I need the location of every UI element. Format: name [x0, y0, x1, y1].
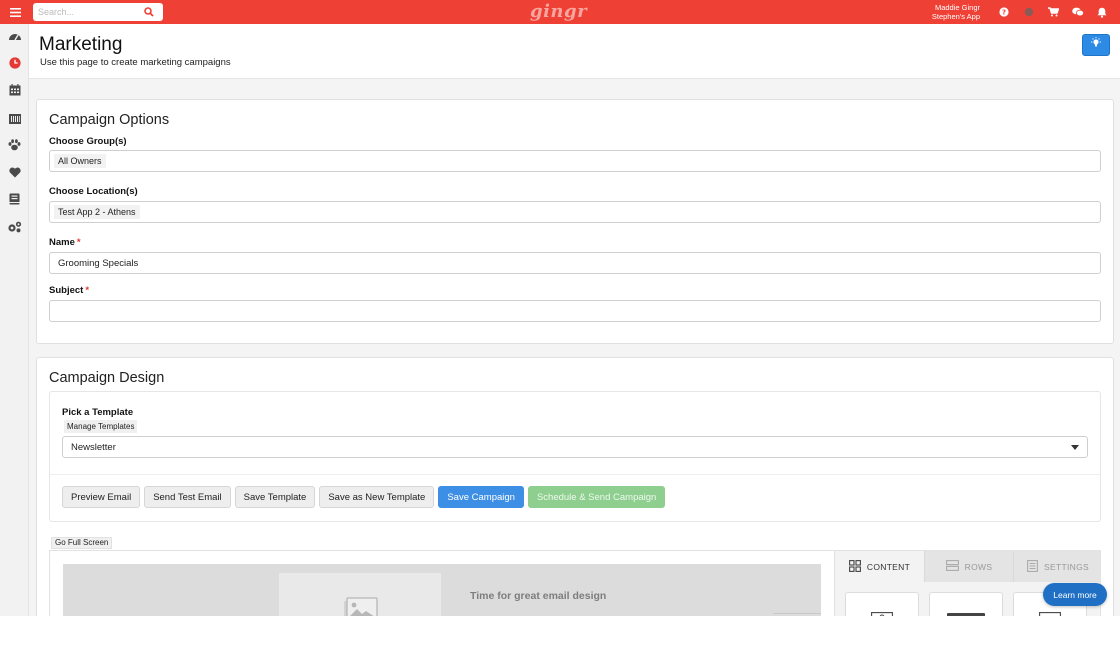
campaign-options-title: Campaign Options	[49, 112, 170, 128]
template-selected-value: Newsletter	[71, 442, 116, 453]
menu-icon[interactable]	[0, 0, 30, 24]
paw-icon	[8, 138, 21, 156]
campaign-options-panel: Campaign Options Choose Group(s) All Own…	[36, 99, 1114, 344]
send-test-email-button[interactable]: Send Test Email	[144, 486, 231, 508]
email-canvas[interactable]: Time for great email design	[63, 564, 821, 616]
tab-settings-label: SETTINGS	[1044, 561, 1089, 572]
email-editor: Time for great email design CONTENT ROWS…	[49, 550, 1101, 616]
bell-icon[interactable]	[1090, 0, 1115, 24]
gingr-logo[interactable]: gingr	[530, 1, 587, 22]
groups-label: Choose Group(s)	[49, 136, 127, 147]
main-content: Marketing Use this page to create market…	[29, 24, 1120, 616]
sidebar-item-dashboard[interactable]	[0, 24, 29, 51]
tip-button[interactable]	[1082, 34, 1110, 56]
tab-content-label: CONTENT	[866, 561, 911, 572]
editor-tabs: CONTENT ROWS SETTINGS	[835, 551, 1100, 582]
manage-templates-button[interactable]: Manage Templates	[64, 420, 138, 433]
subject-field[interactable]	[50, 301, 1100, 322]
name-field[interactable]	[50, 253, 1100, 274]
tab-rows-label: ROWS	[964, 561, 993, 572]
page-header: Marketing Use this page to create market…	[29, 24, 1120, 79]
image-block-icon	[871, 609, 893, 616]
help-icon[interactable]: ?	[992, 0, 1017, 24]
page-title: Marketing	[39, 34, 123, 55]
save-template-button[interactable]: Save Template	[234, 486, 316, 508]
settings-doc-icon	[1027, 559, 1038, 574]
sidebar-item-calendar[interactable]	[0, 79, 29, 106]
lightbulb-icon	[1090, 36, 1102, 54]
dashboard-gauge-icon	[8, 29, 22, 47]
content-block-button[interactable]	[929, 592, 1003, 616]
book-icon	[9, 192, 20, 210]
required-marker: *	[76, 237, 81, 248]
template-select[interactable]: Newsletter	[62, 436, 1088, 458]
template-divider	[50, 474, 1100, 475]
top-icons: ?	[992, 0, 1115, 24]
groups-select[interactable]: All Owners	[49, 150, 1101, 172]
caret-down-icon	[1071, 445, 1079, 450]
preview-email-button[interactable]: Preview Email	[62, 486, 141, 508]
divider-block-icon	[1039, 609, 1061, 616]
required-marker: *	[85, 285, 90, 296]
save-campaign-button[interactable]: Save Campaign	[438, 486, 524, 508]
tab-content[interactable]: CONTENT	[835, 551, 924, 582]
template-label: Pick a Template	[62, 407, 134, 418]
user-menu[interactable]: Maddie Gingr Stephen's App	[920, 3, 980, 21]
calendar-icon	[9, 83, 21, 101]
name-field-box	[49, 252, 1101, 274]
search-input[interactable]	[33, 4, 141, 20]
grid-icon	[848, 559, 861, 574]
canvas-divider	[773, 613, 821, 614]
button-block-icon	[947, 609, 985, 616]
search-icon[interactable]	[141, 4, 157, 20]
sidebar-item-clock[interactable]	[0, 51, 29, 78]
sidebar-item-pets[interactable]	[0, 133, 29, 160]
save-as-new-template-button[interactable]: Save as New Template	[319, 486, 435, 508]
campaign-design-panel: Campaign Design Pick a Template Manage T…	[36, 357, 1114, 616]
location-chip[interactable]: Test App 2 - Athens	[54, 205, 140, 219]
heart-icon	[8, 165, 21, 183]
schedule-send-campaign-button[interactable]: Schedule & Send Campaign	[527, 486, 666, 508]
tab-settings[interactable]: SETTINGS	[1013, 551, 1100, 582]
subject-label-text: Subject	[49, 285, 84, 296]
sidebar-item-favorites[interactable]	[0, 160, 29, 187]
image-placeholder[interactable]	[279, 573, 441, 616]
learn-more-button[interactable]: Learn more	[1043, 583, 1107, 606]
sidebar-item-settings[interactable]	[0, 215, 29, 242]
location-label: Choose Location(s)	[49, 186, 138, 197]
template-block: Pick a Template Manage Templates Newslet…	[49, 391, 1101, 522]
campaign-design-title: Campaign Design	[49, 370, 165, 386]
svg-text:?: ?	[1002, 9, 1006, 17]
page-subtitle: Use this page to create marketing campai…	[40, 57, 231, 68]
canvas-heading: Time for great email design	[470, 590, 607, 602]
rows-icon	[945, 560, 959, 573]
app-name: Stephen's App	[931, 11, 980, 21]
clock-icon	[8, 56, 21, 74]
campaign-actions: Preview Email Send Test Email Save Templ…	[62, 486, 666, 508]
cart-icon[interactable]	[1041, 0, 1066, 24]
image-placeholder-icon	[341, 596, 379, 616]
top-bar: gingr Maddie Gingr Stephen's App ?	[0, 0, 1120, 24]
search-box	[33, 3, 163, 21]
gears-icon	[7, 220, 22, 238]
name-label-text: Name	[49, 237, 75, 248]
subject-field-box	[49, 300, 1101, 322]
name-label: Name *	[49, 237, 81, 248]
sidebar-item-reports[interactable]	[0, 106, 29, 133]
sidebar-item-documents[interactable]	[0, 188, 29, 215]
chat-icon[interactable]	[1066, 0, 1091, 24]
sidebar	[0, 24, 29, 616]
go-full-screen-button[interactable]: Go Full Screen	[51, 537, 113, 549]
location-select[interactable]: Test App 2 - Athens	[49, 201, 1101, 223]
app-window: gingr Maddie Gingr Stephen's App ?	[0, 0, 1120, 616]
status-dot-icon[interactable]	[1017, 0, 1042, 24]
subject-label: Subject *	[49, 285, 89, 296]
content-block-image[interactable]	[845, 592, 919, 616]
barcode-icon	[8, 111, 21, 129]
tab-rows[interactable]: ROWS	[924, 551, 1013, 582]
groups-chip[interactable]: All Owners	[54, 154, 106, 168]
